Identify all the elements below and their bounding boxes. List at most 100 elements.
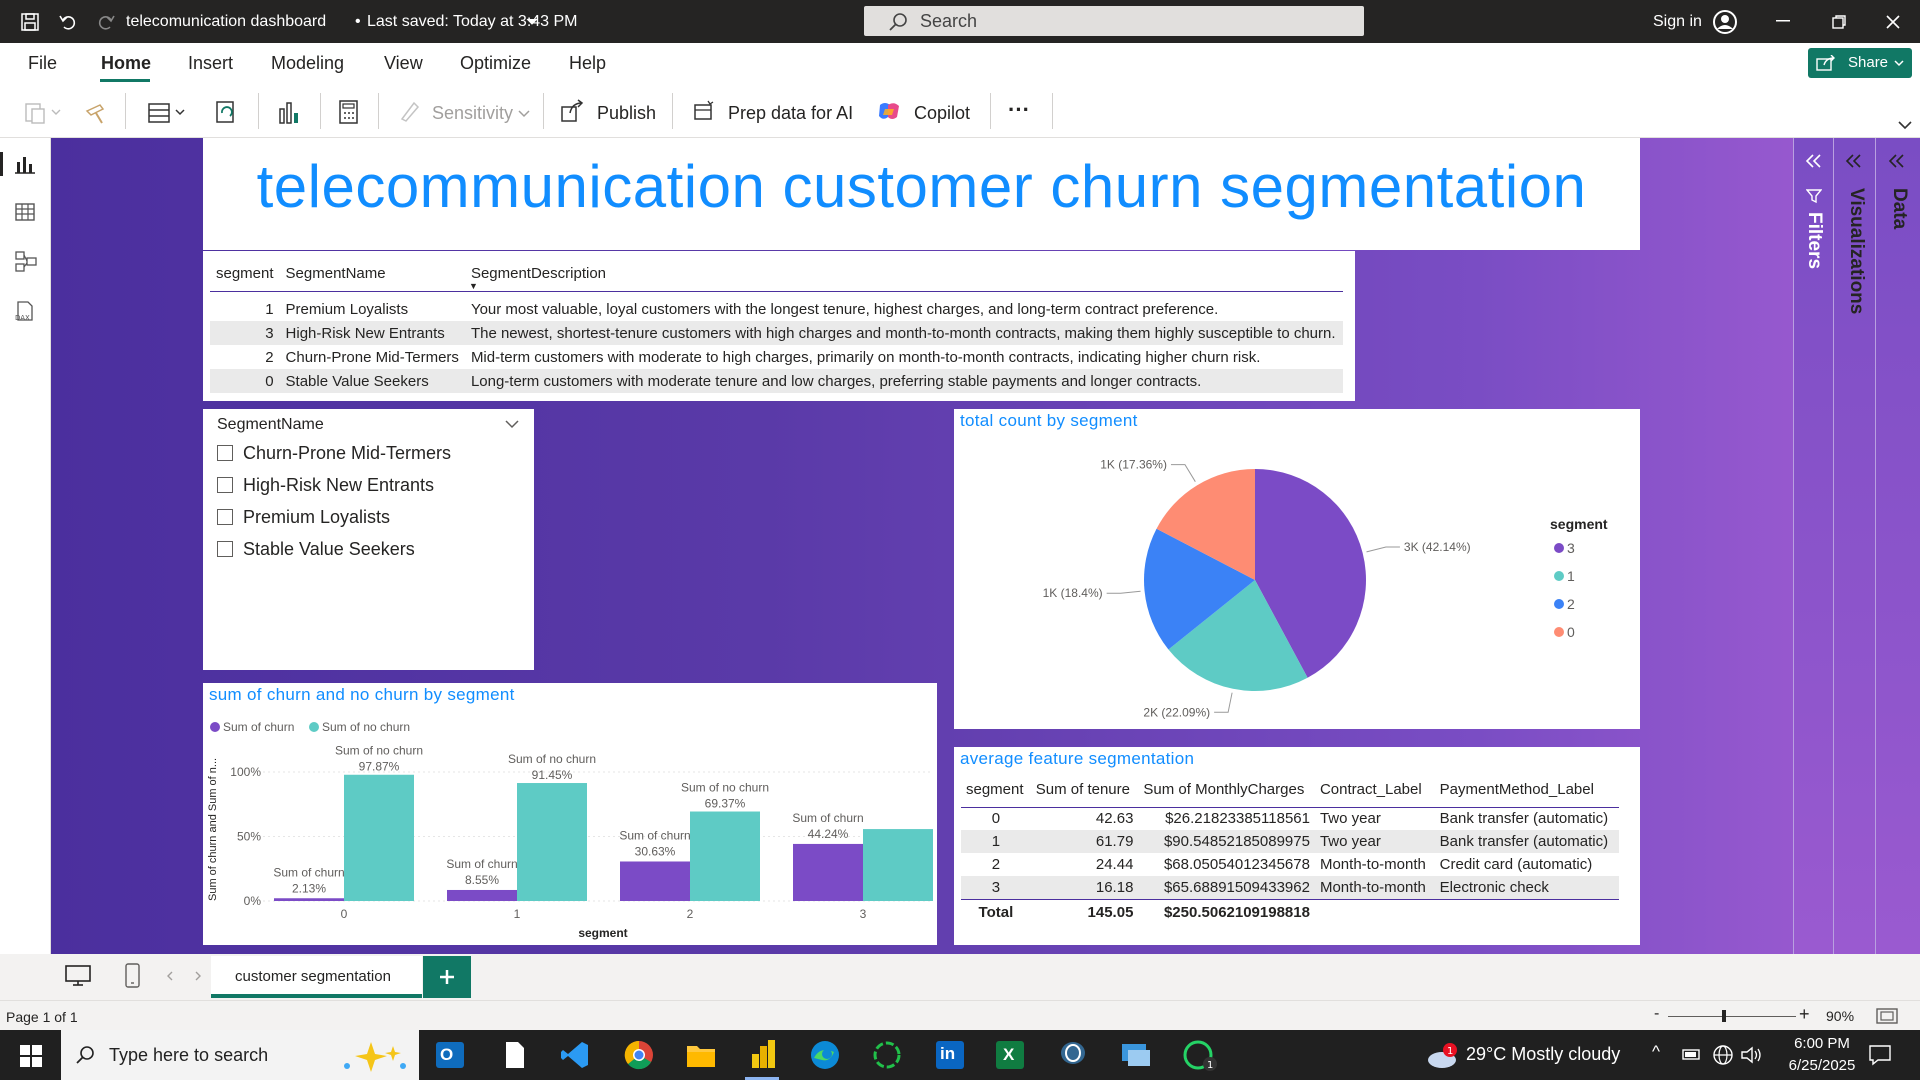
chrome-icon[interactable] <box>624 1040 654 1070</box>
avg-feature-card[interactable]: average feature segmentation segment Sum… <box>954 747 1640 945</box>
table-row[interactable]: 0 Stable Value Seekers Long-term custome… <box>210 369 1343 393</box>
table-row[interactable]: 3 High-Risk New Entrants The newest, sho… <box>210 321 1343 345</box>
menu-file[interactable]: File <box>28 53 57 74</box>
column-header[interactable]: SegmentDescription ▼ <box>465 257 1343 291</box>
calculator-icon[interactable] <box>338 99 360 125</box>
bar-chart[interactable]: Sum of churn Sum of no churn 0% 50% 100% Sum … <box>203 683 937 945</box>
redo-icon[interactable] <box>96 12 116 32</box>
checkbox[interactable] <box>217 445 233 461</box>
column-header[interactable]: SegmentName <box>280 257 465 291</box>
mobile-layout-icon[interactable] <box>124 962 142 990</box>
zoom-slider-track[interactable] <box>1668 1016 1796 1017</box>
taskbar-search-box[interactable]: Type here to search <box>61 1030 419 1080</box>
file-title[interactable]: telecomunication dashboard <box>126 13 326 31</box>
clock-date[interactable]: 6/25/2025 <box>1776 1057 1868 1074</box>
chevron-right-icon[interactable] <box>194 971 202 981</box>
chevron-down-icon[interactable] <box>518 110 530 118</box>
publish-button[interactable]: Publish <box>597 103 656 124</box>
visualizations-pane-tab[interactable]: Visualizations <box>1845 188 1867 314</box>
prep-data-button[interactable]: Prep data for AI <box>728 103 853 124</box>
zoom-level[interactable]: 90% <box>1826 1008 1854 1024</box>
column-header[interactable]: segment <box>961 773 1031 807</box>
menu-home[interactable]: Home <box>101 53 151 74</box>
undo-icon[interactable] <box>58 12 78 32</box>
column-header[interactable]: segment <box>210 257 280 291</box>
windows-start-icon[interactable] <box>20 1045 42 1067</box>
battery-icon[interactable] <box>1682 1046 1702 1062</box>
show-hidden-icons-button[interactable]: ^ <box>1652 1042 1660 1062</box>
bar-churn-2[interactable] <box>620 861 690 901</box>
pie-chart-card[interactable]: total count by segment 3K (42.14%) 2K (22… <box>954 409 1640 729</box>
sync-app-icon[interactable] <box>872 1040 902 1070</box>
slicer-option[interactable]: Stable Value Seekers <box>217 533 451 565</box>
table-row[interactable]: 1 Premium Loyalists Your most valuable, … <box>210 297 1343 321</box>
sensitivity-icon[interactable] <box>398 99 422 123</box>
bar-no-churn-3[interactable] <box>863 829 933 901</box>
table-row[interactable]: 2 24.44 $68.05054012345678 Month-to-mont… <box>961 853 1619 876</box>
pie-chart[interactable]: 3K (42.14%) 2K (22.09%) 1K (18.4%) 1K (17.3… <box>954 409 1640 729</box>
paste-icon[interactable] <box>24 101 64 125</box>
column-header[interactable]: Contract_Label <box>1315 773 1435 807</box>
new-visual-icon[interactable] <box>276 99 302 127</box>
linkedin-icon[interactable]: in <box>936 1041 964 1069</box>
network-icon[interactable] <box>1712 1044 1734 1066</box>
notepad-icon[interactable] <box>504 1040 526 1070</box>
minimize-icon[interactable] <box>1776 20 1790 22</box>
chevron-down-icon[interactable] <box>526 18 538 26</box>
fit-to-page-icon[interactable] <box>1876 1008 1898 1024</box>
zoom-out-button[interactable]: - <box>1654 1005 1659 1023</box>
expand-data-icon[interactable] <box>1888 154 1906 168</box>
close-icon[interactable] <box>1886 15 1900 29</box>
table-row[interactable]: 1 61.79 $90.54852185089975 Two year Bank… <box>961 830 1619 853</box>
slicer-option[interactable]: Churn-Prone Mid-Termers <box>217 437 451 469</box>
chevron-down-icon[interactable] <box>1898 121 1912 130</box>
bar-churn-1[interactable] <box>447 889 517 901</box>
segment-slicer[interactable]: SegmentName Churn-Prone Mid-Termers High… <box>203 409 534 670</box>
saved-status[interactable]: Last saved: Today at 3:43 PM <box>367 13 578 31</box>
weather-icon[interactable]: 1 <box>1424 1040 1460 1070</box>
table-row[interactable]: 0 42.63 $26.21823385118561 Two year Bank… <box>961 807 1619 830</box>
remote-desktop-icon[interactable] <box>1120 1040 1152 1070</box>
slicer-option[interactable]: High-Risk New Entrants <box>217 469 451 501</box>
checkbox[interactable] <box>217 477 233 493</box>
slicer-option[interactable]: Premium Loyalists <box>217 501 451 533</box>
restore-icon[interactable] <box>1832 15 1846 29</box>
sensitivity-button[interactable]: Sensitivity <box>432 103 513 124</box>
segment-table-card[interactable]: segment SegmentName SegmentDescription ▼ … <box>203 251 1355 401</box>
expand-visualizations-icon[interactable] <box>1845 154 1863 168</box>
share-button[interactable]: Share <box>1808 48 1912 78</box>
add-page-button[interactable] <box>423 956 471 998</box>
report-title-card[interactable]: telecommunication customer churn segment… <box>203 138 1640 250</box>
bar-no-churn-0[interactable] <box>344 774 414 901</box>
chevron-left-icon[interactable] <box>166 971 174 981</box>
bar-churn-3[interactable] <box>793 843 863 901</box>
report-view-icon[interactable] <box>14 154 36 174</box>
vscode-icon[interactable] <box>560 1040 590 1070</box>
excel-icon[interactable]: X <box>996 1041 1024 1069</box>
bar-churn-0[interactable] <box>274 898 344 901</box>
bar-chart-card[interactable]: sum of churn and no churn by segment Sum… <box>203 683 937 945</box>
clock-time[interactable]: 6:00 PM <box>1785 1035 1859 1052</box>
table-row[interactable]: 2 Churn-Prone Mid-Termers Mid-term custo… <box>210 345 1343 369</box>
filters-pane-tab[interactable]: Filters <box>1803 212 1825 269</box>
expand-filters-icon[interactable] <box>1805 154 1823 168</box>
checkbox[interactable] <box>217 509 233 525</box>
menu-help[interactable]: Help <box>569 53 606 74</box>
file-explorer-icon[interactable] <box>686 1042 716 1068</box>
data-pane-tab[interactable]: Data <box>1888 188 1910 229</box>
postgres-icon[interactable] <box>1058 1039 1088 1071</box>
menu-insert[interactable]: Insert <box>188 53 233 74</box>
avatar-icon[interactable] <box>1712 9 1738 35</box>
edge-icon[interactable] <box>810 1040 840 1070</box>
volume-icon[interactable] <box>1740 1045 1764 1065</box>
refresh-icon[interactable] <box>214 99 240 127</box>
menu-modeling[interactable]: Modeling <box>271 53 344 74</box>
chevron-down-icon[interactable] <box>505 420 519 429</box>
table-row[interactable]: 3 16.18 $65.68891509433962 Month-to-mont… <box>961 876 1619 899</box>
dax-query-icon[interactable]: DAX <box>12 300 38 324</box>
copilot-button[interactable]: Copilot <box>914 103 970 124</box>
menu-view[interactable]: View <box>384 53 423 74</box>
model-view-icon[interactable] <box>14 250 38 272</box>
sign-in-link[interactable]: Sign in <box>1653 13 1702 31</box>
save-icon[interactable] <box>20 12 40 32</box>
